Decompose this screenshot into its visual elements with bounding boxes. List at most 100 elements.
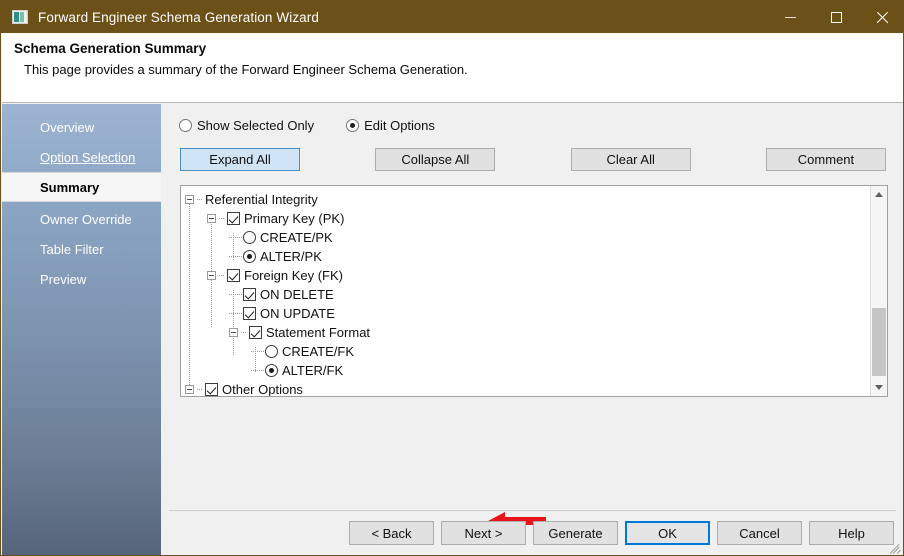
sidebar-item-summary[interactable]: Summary: [2, 172, 162, 202]
cancel-button[interactable]: Cancel: [717, 521, 802, 545]
resize-grip[interactable]: [890, 542, 902, 554]
tree-row[interactable]: Foreign Key (FK): [181, 266, 871, 285]
tree-connector: [197, 389, 203, 390]
next-button[interactable]: Next >: [441, 521, 526, 545]
tree-label: ALTER/PK: [260, 249, 322, 264]
collapse-minus-icon[interactable]: [185, 385, 194, 394]
sidebar-item-option-selection[interactable]: Option Selection: [2, 142, 161, 172]
collapse-all-button[interactable]: Collapse All: [375, 148, 495, 171]
checkbox-statement-format[interactable]: [249, 326, 262, 339]
radio-create-fk[interactable]: [265, 345, 278, 358]
tree-label: Statement Format: [266, 325, 370, 340]
tree-connector: [241, 332, 247, 333]
collapse-minus-icon[interactable]: [207, 214, 216, 223]
sidebar-item-label: Table Filter: [40, 242, 104, 257]
expand-all-button[interactable]: Expand All: [180, 148, 300, 171]
checkbox-other-options[interactable]: [205, 383, 218, 396]
collapse-minus-icon[interactable]: [207, 271, 216, 280]
tree-row[interactable]: Statement Format: [181, 323, 871, 342]
tree-row[interactable]: Primary Key (PK): [181, 209, 871, 228]
tree-label: CREATE/FK: [282, 344, 354, 359]
tree-label: ON UPDATE: [260, 306, 335, 321]
sidebar-item-table-filter[interactable]: Table Filter: [2, 234, 161, 264]
maximize-icon[interactable]: [813, 1, 859, 33]
radio-icon: [179, 119, 192, 132]
collapse-minus-icon[interactable]: [229, 328, 238, 337]
scroll-up-icon[interactable]: [871, 186, 887, 203]
window-title: Forward Engineer Schema Generation Wizar…: [38, 10, 319, 25]
scroll-down-icon[interactable]: [871, 379, 887, 396]
sidebar-item-label: Overview: [40, 120, 94, 135]
radio-icon: [346, 119, 359, 132]
sidebar-item-owner-override[interactable]: Owner Override: [2, 204, 161, 234]
minimize-icon[interactable]: [767, 1, 813, 33]
checkbox-on-update[interactable]: [243, 307, 256, 320]
close-icon[interactable]: [859, 1, 904, 33]
content-pane: Show Selected Only Edit Options Expand A…: [161, 104, 904, 556]
scrollbar-thumb[interactable]: [872, 308, 886, 376]
tree-row[interactable]: CREATE/PK: [181, 228, 871, 247]
sidebar-item-preview[interactable]: Preview: [2, 264, 161, 294]
tree-toolbar: Expand All Collapse All Clear All Commen…: [180, 148, 886, 171]
tree-label: Foreign Key (FK): [244, 268, 343, 283]
footer-divider: [169, 510, 896, 511]
radio-show-selected-only[interactable]: Show Selected Only: [179, 118, 314, 133]
ok-button[interactable]: OK: [625, 521, 710, 545]
sidebar-item-overview[interactable]: Overview: [2, 112, 161, 142]
tree-row[interactable]: ALTER/FK: [181, 361, 871, 380]
tree-row[interactable]: ALTER/PK: [181, 247, 871, 266]
radio-edit-options[interactable]: Edit Options: [346, 118, 435, 133]
tree-connector: [251, 370, 264, 371]
sidebar-item-label: Option Selection: [40, 150, 135, 165]
options-tree-panel[interactable]: Referential Integrity Primary Key (PK) C…: [180, 185, 888, 397]
view-mode-group: Show Selected Only Edit Options: [179, 118, 467, 133]
tree-label: Primary Key (PK): [244, 211, 344, 226]
sidebar-item-label: Owner Override: [40, 212, 132, 227]
page-header: Schema Generation Summary This page prov…: [2, 33, 903, 103]
page-subtitle: This page provides a summary of the Forw…: [24, 62, 468, 77]
tree-label: CREATE/PK: [260, 230, 333, 245]
radio-create-pk[interactable]: [243, 231, 256, 244]
checkbox-primary-key[interactable]: [227, 212, 240, 225]
clear-all-button[interactable]: Clear All: [571, 148, 691, 171]
tree-label: Referential Integrity: [205, 192, 318, 207]
radio-alter-fk[interactable]: [265, 364, 278, 377]
tree-connector: [229, 256, 242, 257]
tree-label: Other Options: [222, 382, 303, 397]
tree-connector: [219, 218, 225, 219]
checkbox-on-delete[interactable]: [243, 288, 256, 301]
radio-label: Edit Options: [364, 118, 435, 133]
tree-connector: [229, 313, 242, 314]
tree-connector: [229, 294, 242, 295]
tree-row[interactable]: ON DELETE: [181, 285, 871, 304]
title-bar: Forward Engineer Schema Generation Wizar…: [1, 1, 904, 33]
tree-connector: [219, 275, 225, 276]
tree-row[interactable]: Referential Integrity: [181, 190, 871, 209]
tree-row[interactable]: ON UPDATE: [181, 304, 871, 323]
tree-scrollbar[interactable]: [870, 186, 887, 396]
tree-label: ALTER/FK: [282, 363, 343, 378]
footer-bar: < Back Next > Generate OK Cancel Help: [161, 517, 904, 556]
tree-connector: [229, 237, 242, 238]
tree-connector: [251, 351, 264, 352]
back-button[interactable]: < Back: [349, 521, 434, 545]
help-button[interactable]: Help: [809, 521, 894, 545]
wizard-window: Forward Engineer Schema Generation Wizar…: [0, 0, 904, 556]
comment-button[interactable]: Comment: [766, 148, 886, 171]
page-title: Schema Generation Summary: [14, 41, 206, 56]
tree-label: ON DELETE: [260, 287, 334, 302]
radio-alter-pk[interactable]: [243, 250, 256, 263]
sidebar-item-label: Preview: [40, 272, 86, 287]
tree-connector: [197, 199, 203, 200]
generate-button[interactable]: Generate: [533, 521, 618, 545]
footer-button-group: < Back Next > Generate OK Cancel Help: [349, 521, 894, 545]
wizard-sidebar: Overview Option Selection Summary Owner …: [2, 104, 161, 556]
sidebar-item-label: Summary: [40, 180, 99, 195]
options-tree: Referential Integrity Primary Key (PK) C…: [181, 186, 871, 396]
tree-row[interactable]: Other Options: [181, 380, 871, 397]
collapse-minus-icon[interactable]: [185, 195, 194, 204]
checkbox-foreign-key[interactable]: [227, 269, 240, 282]
app-window-icon: [12, 10, 28, 24]
radio-label: Show Selected Only: [197, 118, 314, 133]
tree-row[interactable]: CREATE/FK: [181, 342, 871, 361]
